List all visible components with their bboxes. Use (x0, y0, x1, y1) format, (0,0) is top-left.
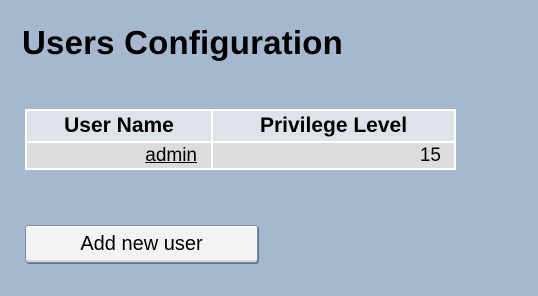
add-new-user-button[interactable]: Add new user (25, 225, 258, 263)
users-table: User Name Privilege Level admin 15 (25, 109, 456, 170)
table-header-row: User Name Privilege Level (27, 111, 454, 141)
user-name-cell: admin (27, 143, 211, 168)
page-title: Users Configuration (22, 24, 343, 61)
table-row: admin 15 (27, 143, 454, 168)
user-link-admin[interactable]: admin (145, 145, 197, 166)
column-header-privilege-level: Privilege Level (213, 111, 454, 141)
privilege-level-cell: 15 (213, 143, 454, 168)
column-header-user-name: User Name (27, 111, 211, 141)
